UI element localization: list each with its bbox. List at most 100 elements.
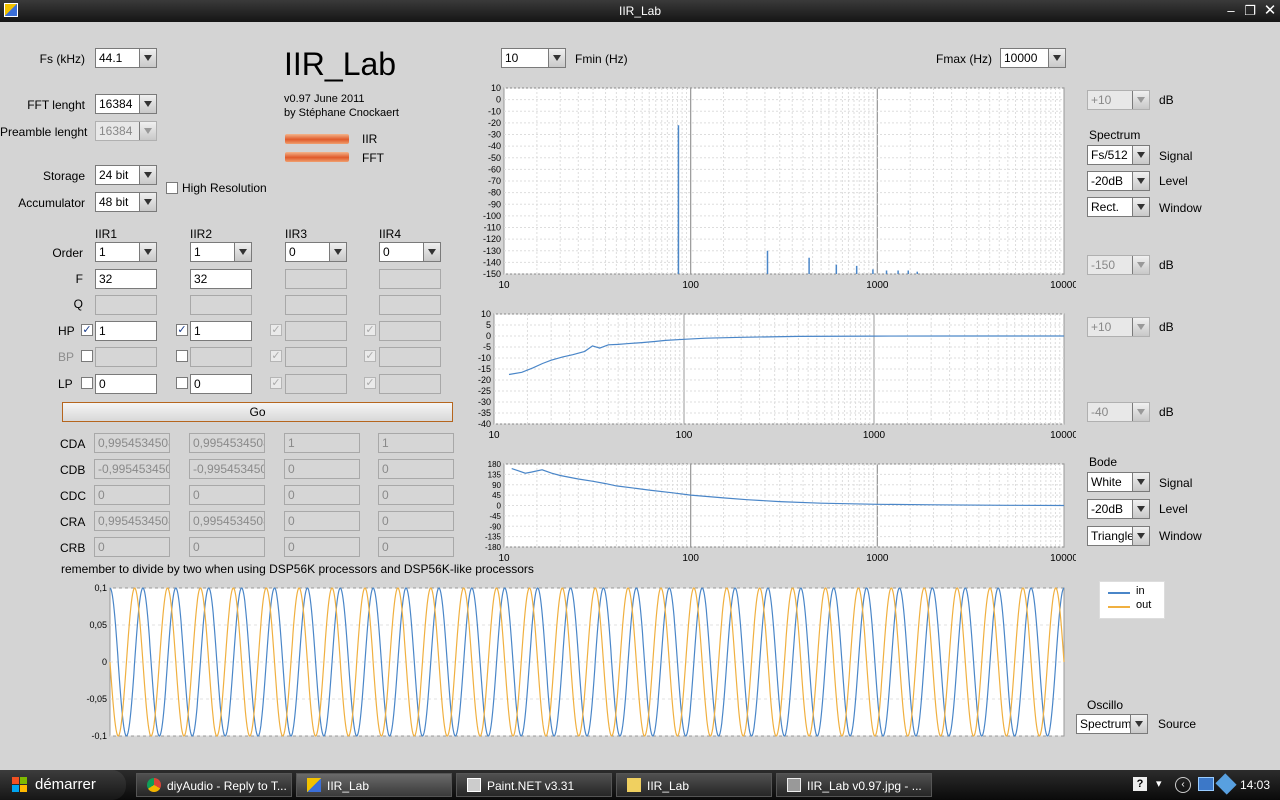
coef-field-cdc-iir2: 0 [189,485,265,505]
go-button[interactable]: Go [62,402,453,422]
oscillo-source-select[interactable]: Spectrum [1076,714,1148,734]
coef-field-cdb-iir4: 0 [378,459,454,479]
y-tick-label: -30 [488,130,501,140]
tray-arrow-icon[interactable]: ▾ [1156,777,1166,793]
author-text: by Stéphane Cnockaert [284,107,399,119]
db-label: dB [1159,405,1174,419]
taskbar-item-folder[interactable]: IIR_Lab [616,773,772,797]
taskbar-item-chrome[interactable]: diyAudio - Reply to T... [136,773,292,797]
windows-logo-icon [12,777,28,793]
paint-icon [467,778,481,792]
version-text: v0.97 June 2011 [284,93,365,105]
spectrum-level-label: Level [1159,174,1188,188]
chevron-down-icon [1132,91,1149,109]
y-tick-label: -90 [488,199,501,209]
iir1-lp-input[interactable]: 0 [95,374,157,394]
iir2-lp-input[interactable]: 0 [190,374,252,394]
iir2-lp-checkbox[interactable] [176,377,188,389]
y-tick-label: -0,1 [91,731,107,740]
bode-signal-label: Signal [1159,476,1193,490]
spectrum-signal-select[interactable]: Fs/512 [1087,145,1150,165]
restore-button[interactable]: ❐ [1241,2,1259,20]
storage-select[interactable]: 24 bit [95,165,157,185]
x-tick-label: 100 [682,553,699,564]
preamble-length-label: Preamble lenght [0,125,88,139]
iir1-lp-checkbox[interactable] [81,377,93,389]
taskbar-item-image[interactable]: IIR_Lab v0.97.jpg - ... [776,773,932,797]
legend-in-swatch [1108,592,1130,594]
x-tick-label: 10 [488,430,500,441]
y-tick-label: -30 [478,397,491,407]
iir1-hp-input[interactable]: 1 [95,321,157,341]
iir1-bp-checkbox[interactable] [81,350,93,362]
coef-label-cda: CDA [60,437,86,451]
iir2-hp-input[interactable]: 1 [190,321,252,341]
iir2-bp-checkbox[interactable] [176,350,188,362]
db-label: dB [1159,320,1174,334]
app-icon [307,778,321,792]
dropbox-icon[interactable] [1215,773,1237,795]
taskbar-item-paintnet[interactable]: Paint.NET v3.31 [456,773,612,797]
legend-out-swatch [1108,606,1130,608]
fs-select[interactable]: 44.1 [95,48,157,68]
iir4-f-input [379,269,441,289]
iir4-order-select[interactable]: 0 [379,242,441,262]
bode-signal-select[interactable]: White [1087,472,1150,492]
iir3-order-select[interactable]: 0 [285,242,347,262]
bode-level-label: Level [1159,502,1188,516]
legend-in-label: in [1136,585,1145,597]
accumulator-label: Accumulator [18,196,85,210]
y-tick-label: -10 [488,106,501,116]
coef-field-cdc-iir1: 0 [94,485,170,505]
iir2-f-input[interactable]: 32 [190,269,252,289]
coef-label-cdc: CDC [60,489,86,503]
bode-window-select[interactable]: Triangle [1087,526,1150,546]
x-tick-label: 10000 [1050,430,1076,441]
iir2-order-select[interactable]: 1 [190,242,252,262]
y-tick-label: -20 [488,118,501,128]
y-tick-label: -40 [488,141,501,151]
fmax-select[interactable]: 10000 [1000,48,1066,68]
network-icon[interactable] [1198,777,1214,791]
x-tick-label: 1000 [866,553,889,564]
taskbar-item-iir-lab[interactable]: IIR_Lab [296,773,452,797]
coef-label-cdb: CDB [60,463,86,477]
coef-field-cda-iir1: 0,9954534508 [94,433,170,453]
y-tick-label: 0,1 [94,583,107,593]
tray-back-icon[interactable]: ‹ [1175,777,1191,793]
y-tick-label: -70 [488,176,501,186]
db-label: dB [1159,93,1174,107]
minimize-button[interactable]: – [1222,2,1240,20]
start-button[interactable]: démarrer [0,770,126,800]
accumulator-select[interactable]: 48 bit [95,192,157,212]
spectrum-level-select[interactable]: -20dB [1087,171,1150,191]
y-tick-label: 0,05 [89,620,107,630]
coef-field-crb-iir2: 0 [189,537,265,557]
coef-field-cdb-iir1: -0,995453450 [94,459,170,479]
iir-led-indicator [285,134,349,144]
coef-field-cra-iir3: 0 [284,511,360,531]
start-label: démarrer [35,776,96,793]
bode-level-select[interactable]: -20dB [1087,499,1150,519]
fft-led-label: FFT [362,151,384,165]
iir3-bp-input [285,347,347,367]
iir1-f-input[interactable]: 32 [95,269,157,289]
chrome-icon [147,778,161,792]
fft-length-select[interactable]: 16384 [95,94,157,114]
iir1-hp-checkbox[interactable]: ✓ [81,324,93,336]
iir1-order-select[interactable]: 1 [95,242,157,262]
high-resolution-label: High Resolution [182,181,267,195]
x-tick-label: 10000 [1050,280,1076,291]
close-button[interactable]: ✕ [1261,2,1279,20]
high-resolution-checkbox[interactable] [166,182,178,194]
iir3-q-input [285,295,347,315]
help-icon[interactable]: ? [1133,777,1147,791]
iir1-header: IIR1 [95,227,118,241]
y-tick-label: -180 [485,543,502,552]
coef-field-cdc-iir4: 0 [378,485,454,505]
order-label: Order [52,246,83,260]
fmin-select[interactable]: 10 [501,48,566,68]
iir2-hp-checkbox[interactable]: ✓ [176,324,188,336]
chevron-down-icon [548,49,565,67]
spectrum-window-select[interactable]: Rect. [1087,197,1150,217]
